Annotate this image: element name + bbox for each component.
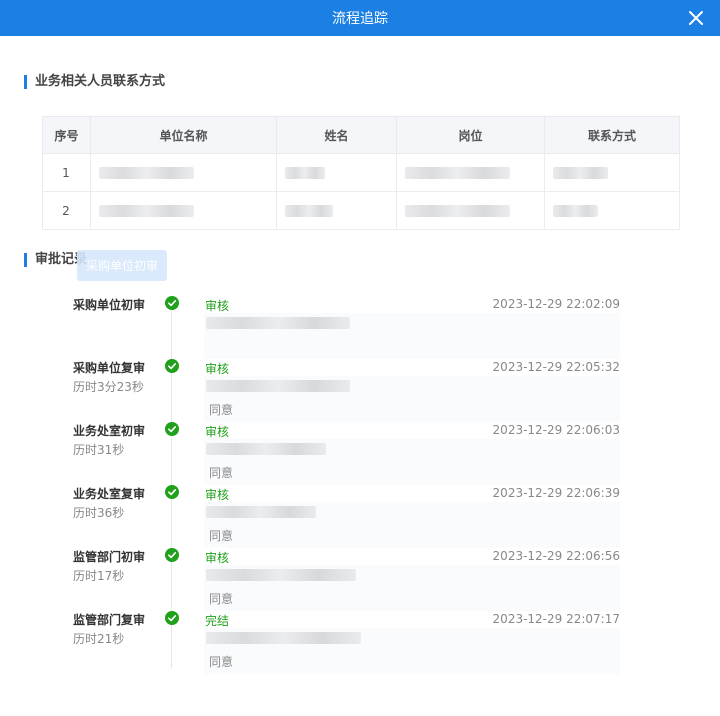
timeline-step: 采购单位复审 历时3分23秒 审核 2023-12-29 22:05:32 同意 xyxy=(0,359,720,422)
table-row: 1 xyxy=(42,153,680,192)
approver-redacted xyxy=(206,506,316,518)
step-opinion: 同意 xyxy=(209,466,234,480)
contacts-table: 序号 单位名称 姓名 岗位 联系方式 1 2 xyxy=(42,116,680,230)
approver-redacted xyxy=(206,317,350,329)
timeline-step: 监管部门复审 历时21秒 完结 2023-12-29 22:07:17 同意 xyxy=(0,611,720,674)
step-status: 完结 xyxy=(205,614,230,628)
row-index: 2 xyxy=(42,191,91,230)
step-time: 2023-12-29 22:06:03 xyxy=(492,423,620,437)
table-header-row: 序号 单位名称 姓名 岗位 联系方式 xyxy=(42,116,680,154)
approver-redacted xyxy=(206,569,356,581)
step-duration: 历时3分23秒 xyxy=(73,380,144,394)
step-time: 2023-12-29 22:02:09 xyxy=(492,297,620,311)
col-unit-header: 单位名称 xyxy=(90,116,277,154)
step-time: 2023-12-29 22:06:56 xyxy=(492,549,620,563)
step-time: 2023-12-29 22:05:32 xyxy=(492,360,620,374)
step-node-name: 监管部门复审 xyxy=(73,613,146,627)
check-circle-icon xyxy=(165,359,179,373)
step-detail-panel: 同意 xyxy=(204,376,620,422)
col-contact-header: 联系方式 xyxy=(544,116,680,154)
step-duration: 历时36秒 xyxy=(73,506,125,520)
col-name-header: 姓名 xyxy=(276,116,397,154)
step-opinion: 同意 xyxy=(209,403,234,417)
step-detail-panel xyxy=(204,313,620,359)
contact-cell-redacted xyxy=(544,153,680,192)
step-opinion: 同意 xyxy=(209,655,234,669)
dialog-title: 流程追踪 xyxy=(332,11,388,27)
step-opinion: 同意 xyxy=(209,592,234,606)
approver-redacted xyxy=(206,443,326,455)
col-position-header: 岗位 xyxy=(396,116,545,154)
drag-ghost-tag: 采购单位初审 xyxy=(77,250,167,281)
unit-cell-redacted xyxy=(90,191,277,230)
flow-tracking-dialog: 流程追踪 业务相关人员联系方式 序号 单位名称 姓名 岗位 联系方式 1 2 审… xyxy=(0,0,720,716)
step-status: 审核 xyxy=(205,425,230,439)
timeline-step: 监管部门初审 历时17秒 审核 2023-12-29 22:06:56 同意 xyxy=(0,548,720,611)
name-cell-redacted xyxy=(276,153,397,192)
check-circle-icon xyxy=(165,548,179,562)
timeline-step: 业务处室初审 历时31秒 审核 2023-12-29 22:06:03 同意 xyxy=(0,422,720,485)
step-time: 2023-12-29 22:07:17 xyxy=(492,612,620,626)
check-circle-icon xyxy=(165,611,179,625)
step-node-name: 采购单位初审 xyxy=(73,298,146,312)
check-circle-icon xyxy=(165,422,179,436)
position-cell-redacted xyxy=(396,191,545,230)
step-node-name: 业务处室初审 xyxy=(73,424,146,438)
step-status: 审核 xyxy=(205,299,230,313)
contacts-section-title: 业务相关人员联系方式 xyxy=(24,75,165,89)
table-row: 2 xyxy=(42,191,680,230)
step-node-name: 采购单位复审 xyxy=(73,361,146,375)
step-status: 审核 xyxy=(205,551,230,565)
timeline-step: 业务处室复审 历时36秒 审核 2023-12-29 22:06:39 同意 xyxy=(0,485,720,548)
step-detail-panel: 同意 xyxy=(204,565,620,611)
row-index: 1 xyxy=(42,153,91,192)
close-icon[interactable] xyxy=(686,8,706,28)
approver-redacted xyxy=(206,632,361,644)
step-node-name: 监管部门初审 xyxy=(73,550,146,564)
step-status: 审核 xyxy=(205,488,230,502)
step-duration: 历时17秒 xyxy=(73,569,125,583)
step-detail-panel: 同意 xyxy=(204,439,620,485)
dialog-header: 流程追踪 xyxy=(0,0,720,36)
timeline-step: 采购单位初审 审核 2023-12-29 22:02:09 xyxy=(0,296,720,359)
approver-redacted xyxy=(206,380,350,392)
step-duration: 历时31秒 xyxy=(73,443,125,457)
check-circle-icon xyxy=(165,485,179,499)
step-time: 2023-12-29 22:06:39 xyxy=(492,486,620,500)
step-duration: 历时21秒 xyxy=(73,632,125,646)
unit-cell-redacted xyxy=(90,153,277,192)
check-circle-icon xyxy=(165,296,179,310)
step-node-name: 业务处室复审 xyxy=(73,487,146,501)
step-status: 审核 xyxy=(205,362,230,376)
name-cell-redacted xyxy=(276,191,397,230)
step-opinion: 同意 xyxy=(209,529,234,543)
position-cell-redacted xyxy=(396,153,545,192)
col-index-header: 序号 xyxy=(42,116,91,154)
contact-cell-redacted xyxy=(544,191,680,230)
step-detail-panel: 同意 xyxy=(204,628,620,674)
step-detail-panel: 同意 xyxy=(204,502,620,548)
